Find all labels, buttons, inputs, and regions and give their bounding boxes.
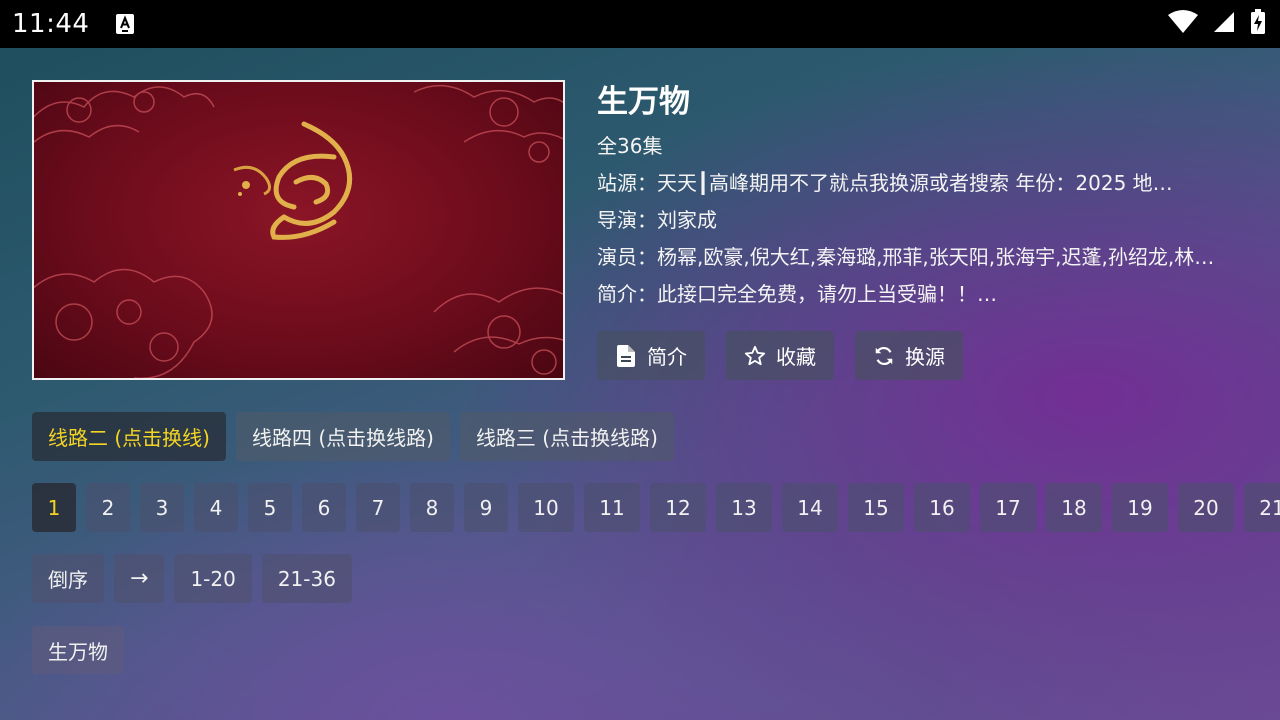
video-title: 生万物 — [597, 84, 690, 120]
related-item[interactable]: 生万物 — [32, 626, 124, 674]
episode-list: 1 2 3 4 5 6 7 8 9 10 11 12 13 14 15 16 1… — [32, 483, 1280, 532]
a-notification-icon — [115, 13, 135, 35]
wifi-icon — [1168, 10, 1198, 38]
poster-artwork — [34, 84, 563, 378]
actors-line: 演员：杨幂,欧豪,倪大红,秦海璐,邢菲,张天阳,张海宇,迟蓬,孙绍龙,林… — [597, 245, 1215, 269]
episode-item[interactable]: 13 — [716, 483, 772, 532]
episode-item[interactable]: 20 — [1178, 483, 1234, 532]
episode-item[interactable]: 8 — [410, 483, 454, 532]
action-bar: 简介 收藏 换源 — [597, 331, 963, 380]
poster-image[interactable] — [32, 80, 565, 380]
favorite-button[interactable]: 收藏 — [726, 331, 834, 380]
intro-button[interactable]: 简介 — [597, 331, 705, 380]
episode-item[interactable]: 14 — [782, 483, 838, 532]
status-time: 11:44 — [12, 9, 90, 39]
episode-item[interactable]: 17 — [980, 483, 1036, 532]
episode-item[interactable]: 15 — [848, 483, 904, 532]
episode-item[interactable]: 18 — [1046, 483, 1102, 532]
episode-item[interactable]: 2 — [86, 483, 130, 532]
document-icon — [615, 344, 637, 367]
episode-item[interactable]: 3 — [140, 483, 184, 532]
switch-source-button[interactable]: 换源 — [855, 331, 963, 380]
status-bar: 11:44 — [0, 0, 1280, 48]
episode-item[interactable]: 21 — [1244, 483, 1280, 532]
route-item[interactable]: 线路四 (点击换线路) — [235, 412, 450, 461]
intro-line: 简介：此接口完全免费，请勿上当受骗！！… — [597, 282, 997, 306]
favorite-button-label: 收藏 — [776, 345, 816, 369]
episode-item[interactable]: 1 — [32, 483, 76, 532]
route-item[interactable]: 线路三 (点击换线路) — [459, 412, 674, 461]
range-1-20-button[interactable]: 1-20 — [174, 554, 252, 603]
episode-item[interactable]: 9 — [464, 483, 508, 532]
episodes-total: 全36集 — [597, 134, 663, 158]
episode-item[interactable]: 4 — [194, 483, 238, 532]
episode-item[interactable]: 6 — [302, 483, 346, 532]
episode-item[interactable]: 11 — [584, 483, 640, 532]
source-line: 站源：天天┃高峰期用不了就点我换源或者搜索 年份：2025 地… — [597, 171, 1173, 195]
star-icon — [744, 345, 766, 367]
route-item[interactable]: 线路二 (点击换线) — [32, 412, 226, 461]
episode-item[interactable]: 12 — [650, 483, 706, 532]
episode-controls: 倒序 → 1-20 21-36 — [32, 554, 352, 603]
range-21-36-button[interactable]: 21-36 — [261, 554, 352, 603]
signal-icon — [1212, 10, 1236, 38]
episode-item[interactable]: 16 — [914, 483, 970, 532]
direction-arrow-button[interactable]: → — [114, 554, 165, 603]
episode-item[interactable]: 10 — [518, 483, 574, 532]
refresh-icon — [873, 345, 895, 367]
switch-source-button-label: 换源 — [905, 345, 945, 369]
battery-charging-icon — [1250, 9, 1266, 39]
episode-item[interactable]: 19 — [1112, 483, 1168, 532]
route-list: 线路二 (点击换线) 线路四 (点击换线路) 线路三 (点击换线路) — [32, 412, 674, 461]
detail-info: 生万物 全36集 站源：天天┃高峰期用不了就点我换源或者搜索 年份：2025 地… — [597, 82, 1237, 313]
intro-button-label: 简介 — [647, 345, 687, 369]
director-line: 导演：刘家成 — [597, 208, 717, 232]
reverse-order-button[interactable]: 倒序 — [32, 554, 104, 603]
episode-item[interactable]: 7 — [356, 483, 400, 532]
related-list: 生万物 — [32, 626, 124, 674]
episode-item[interactable]: 5 — [248, 483, 292, 532]
